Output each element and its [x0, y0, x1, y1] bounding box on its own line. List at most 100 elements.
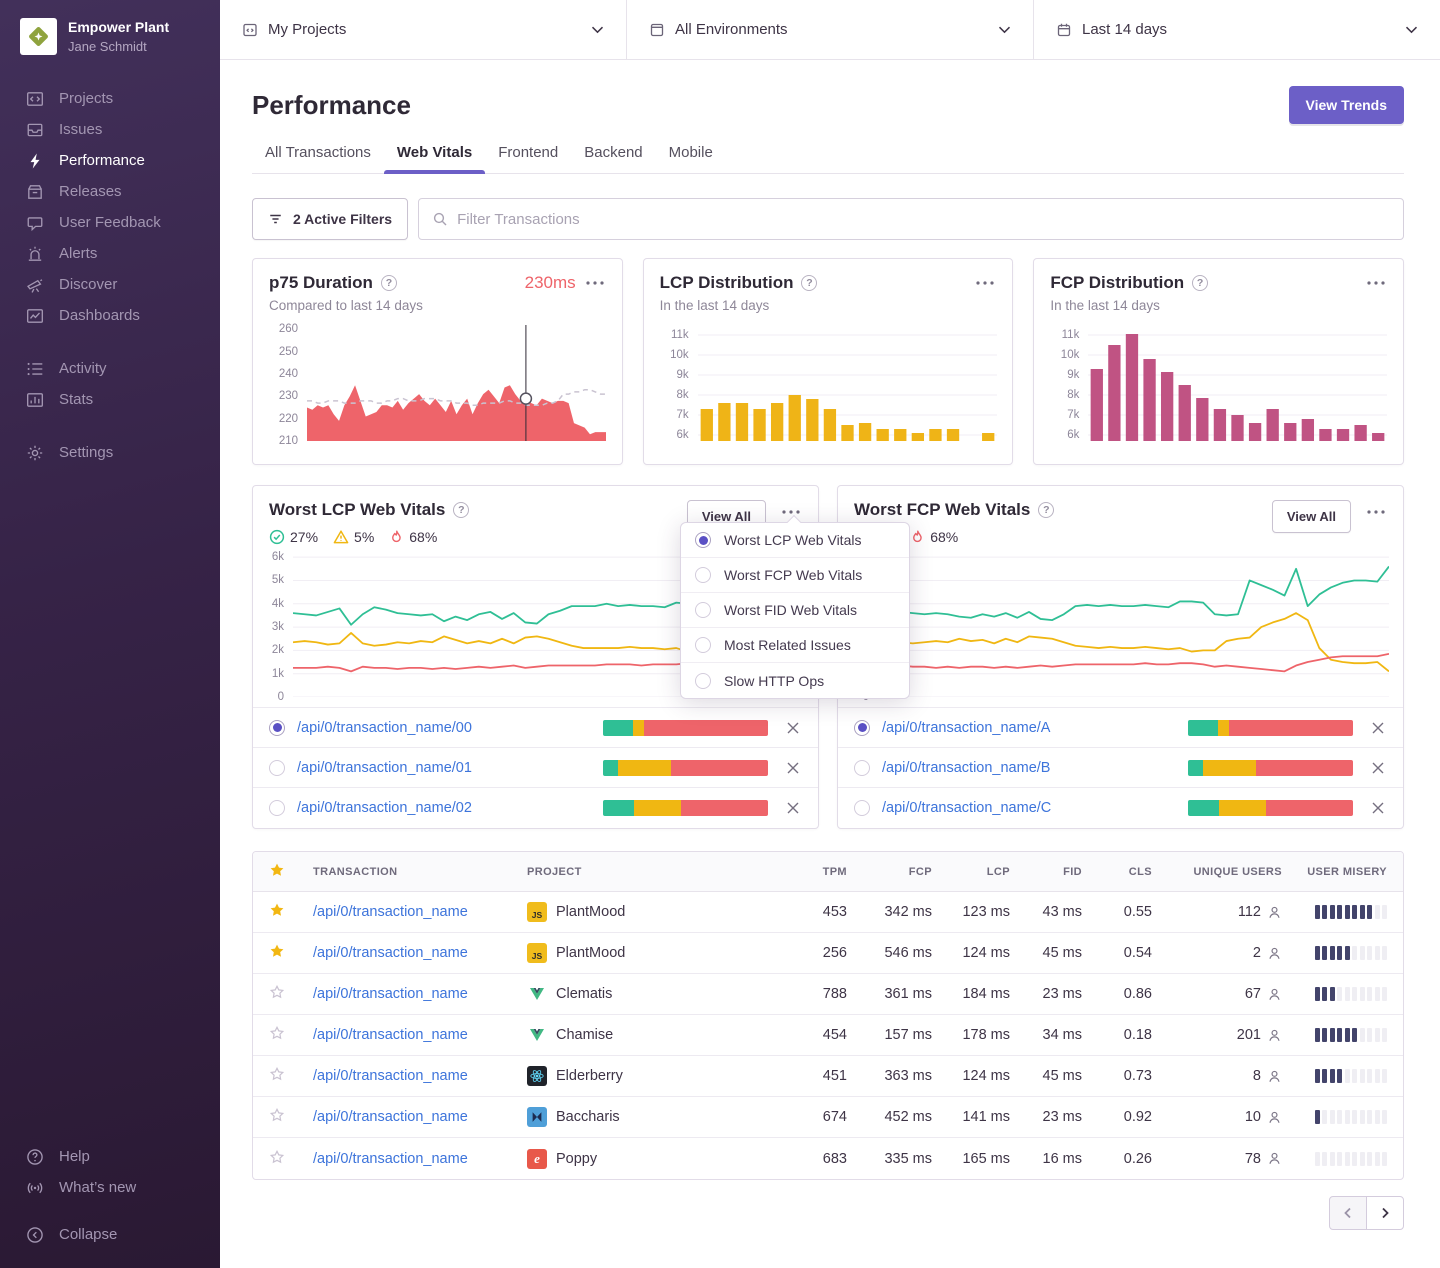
- star-toggle[interactable]: [269, 1066, 285, 1082]
- transaction-link[interactable]: /api/0/transaction_name: [313, 904, 527, 920]
- card-menu-button[interactable]: [974, 279, 996, 287]
- card-menu-button[interactable]: [584, 279, 606, 287]
- star-toggle[interactable]: [269, 1149, 285, 1165]
- sidebar-item-alerts[interactable]: Alerts: [0, 238, 220, 269]
- dropdown-option[interactable]: Worst FCP Web Vitals: [681, 558, 909, 593]
- sidebar-item-dashboards[interactable]: Dashboards: [0, 300, 220, 331]
- tab-mobile[interactable]: Mobile: [656, 144, 726, 173]
- column-header[interactable]: CLS: [1082, 866, 1152, 878]
- sidebar-item-activity[interactable]: Activity: [0, 353, 220, 384]
- remove-transaction-button[interactable]: [1369, 799, 1387, 817]
- column-header[interactable]: USER MISERY: [1282, 866, 1387, 878]
- project-cell[interactable]: Elderberry: [527, 1066, 777, 1086]
- sidebar-item-help[interactable]: Help: [0, 1141, 220, 1172]
- environment-filter-dropdown[interactable]: All Environments: [626, 0, 1033, 59]
- transaction-link[interactable]: /api/0/transaction_name/02: [297, 800, 472, 816]
- transaction-link[interactable]: /api/0/transaction_name: [313, 1109, 527, 1125]
- search-input[interactable]: [457, 211, 1390, 228]
- tab-all-transactions[interactable]: All Transactions: [252, 144, 384, 173]
- help-icon[interactable]: ?: [1038, 502, 1054, 518]
- transaction-link[interactable]: /api/0/transaction_name/01: [297, 760, 472, 776]
- transaction-link[interactable]: /api/0/transaction_name: [313, 1027, 527, 1043]
- sidebar-item-whats-new[interactable]: What’s new: [0, 1172, 220, 1203]
- star-toggle[interactable]: [269, 1025, 285, 1041]
- option-radio[interactable]: [695, 602, 711, 618]
- project-filter-dropdown[interactable]: My Projects: [220, 0, 626, 59]
- project-cell[interactable]: Clematis: [527, 984, 777, 1004]
- transaction-link[interactable]: /api/0/transaction_name: [313, 945, 527, 961]
- sidebar-item-stats[interactable]: Stats: [0, 384, 220, 415]
- active-filters-button[interactable]: 2 Active Filters: [252, 198, 408, 240]
- transaction-link[interactable]: /api/0/transaction_name: [313, 986, 527, 1002]
- help-icon[interactable]: ?: [381, 275, 397, 291]
- option-radio[interactable]: [695, 637, 711, 653]
- remove-transaction-button[interactable]: [1369, 759, 1387, 777]
- transaction-radio[interactable]: [269, 800, 285, 816]
- dropdown-option[interactable]: Worst FID Web Vitals: [681, 593, 909, 628]
- column-header[interactable]: LCP: [932, 866, 1010, 878]
- column-header[interactable]: UNIQUE USERS: [1152, 866, 1282, 878]
- option-radio[interactable]: [695, 532, 711, 548]
- tab-frontend[interactable]: Frontend: [485, 144, 571, 173]
- remove-transaction-button[interactable]: [1369, 719, 1387, 737]
- remove-transaction-button[interactable]: [784, 799, 802, 817]
- remove-transaction-button[interactable]: [784, 719, 802, 737]
- card-menu-button[interactable]: [1365, 508, 1387, 516]
- star-toggle[interactable]: [269, 1107, 285, 1123]
- card-menu-button[interactable]: [1365, 279, 1387, 287]
- transaction-link[interactable]: /api/0/transaction_name/A: [882, 720, 1050, 736]
- worst-fcp-chart[interactable]: [878, 549, 1389, 697]
- sidebar-item-projects[interactable]: Projects: [0, 83, 220, 114]
- project-cell[interactable]: JSPlantMood: [527, 943, 777, 963]
- project-cell[interactable]: ePoppy: [527, 1149, 777, 1169]
- org-switcher[interactable]: Empower Plant Jane Schmidt: [0, 16, 220, 57]
- dropdown-option[interactable]: Slow HTTP Ops: [681, 663, 909, 698]
- transaction-link[interactable]: /api/0/transaction_name/00: [297, 720, 472, 736]
- transaction-link[interactable]: /api/0/transaction_name: [313, 1068, 527, 1084]
- dropdown-option[interactable]: Most Related Issues: [681, 628, 909, 663]
- transaction-radio[interactable]: [854, 800, 870, 816]
- transaction-radio[interactable]: [269, 720, 285, 736]
- transaction-link[interactable]: /api/0/transaction_name: [313, 1151, 527, 1167]
- tab-backend[interactable]: Backend: [571, 144, 655, 173]
- dropdown-option[interactable]: Worst LCP Web Vitals: [681, 523, 909, 558]
- date-range-dropdown[interactable]: Last 14 days: [1033, 0, 1440, 59]
- sidebar-item-releases[interactable]: Releases: [0, 176, 220, 207]
- project-cell[interactable]: JSPlantMood: [527, 902, 777, 922]
- remove-transaction-button[interactable]: [784, 759, 802, 777]
- sidebar-item-discover[interactable]: Discover: [0, 269, 220, 300]
- p75-duration-chart[interactable]: [307, 325, 606, 441]
- sidebar-collapse-button[interactable]: Collapse: [0, 1219, 220, 1250]
- next-page-button[interactable]: [1366, 1196, 1404, 1230]
- view-trends-button[interactable]: View Trends: [1289, 86, 1404, 124]
- star-column-header[interactable]: [269, 862, 313, 881]
- sidebar-item-user-feedback[interactable]: User Feedback: [0, 207, 220, 238]
- transaction-radio[interactable]: [269, 760, 285, 776]
- column-header[interactable]: PROJECT: [527, 866, 777, 878]
- column-header[interactable]: FCP: [847, 866, 932, 878]
- sidebar-item-settings[interactable]: Settings: [0, 437, 220, 468]
- transaction-radio[interactable]: [854, 760, 870, 776]
- star-toggle[interactable]: [269, 902, 285, 918]
- transaction-link[interactable]: /api/0/transaction_name/B: [882, 760, 1050, 776]
- card-menu-button[interactable]: [780, 508, 802, 516]
- project-cell[interactable]: Chamise: [527, 1025, 777, 1045]
- star-toggle[interactable]: [269, 943, 285, 959]
- column-header[interactable]: TRANSACTION: [313, 866, 527, 878]
- help-icon[interactable]: ?: [801, 275, 817, 291]
- star-toggle[interactable]: [269, 984, 285, 1000]
- help-icon[interactable]: ?: [1192, 275, 1208, 291]
- previous-page-button[interactable]: [1329, 1196, 1367, 1230]
- lcp-distribution-chart[interactable]: [698, 325, 997, 441]
- transaction-radio[interactable]: [854, 720, 870, 736]
- sidebar-item-issues[interactable]: Issues: [0, 114, 220, 145]
- help-icon[interactable]: ?: [453, 502, 469, 518]
- option-radio[interactable]: [695, 567, 711, 583]
- view-all-button[interactable]: View All: [1272, 500, 1351, 533]
- fcp-distribution-chart[interactable]: [1088, 325, 1387, 441]
- project-cell[interactable]: Baccharis: [527, 1107, 777, 1127]
- column-header[interactable]: TPM: [777, 866, 847, 878]
- tab-web-vitals[interactable]: Web Vitals: [384, 144, 485, 173]
- column-header[interactable]: FID: [1010, 866, 1082, 878]
- sidebar-item-performance[interactable]: Performance: [0, 145, 220, 176]
